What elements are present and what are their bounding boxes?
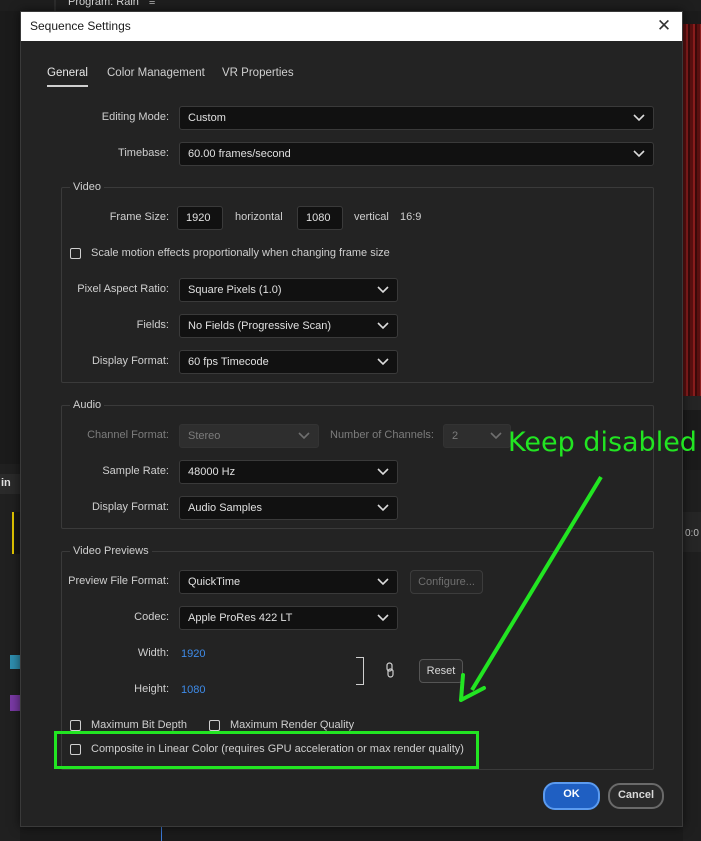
background-divider (54, 0, 56, 11)
chevron-down-icon (377, 358, 389, 366)
audio-group-title: Audio (70, 399, 105, 411)
track-clip-teal (10, 655, 20, 669)
editing-mode-label: Editing Mode: (101, 111, 169, 123)
fields-select[interactable]: No Fields (Progressive Scan) (179, 314, 398, 338)
channel-format-value: Stereo (188, 430, 221, 442)
track-clip-purple (10, 695, 20, 711)
timebase-value: 60.00 frames/second (188, 148, 291, 160)
chevron-down-icon (377, 322, 389, 330)
preview-width-value[interactable]: 1920 (181, 648, 205, 660)
chevron-down-icon (490, 432, 502, 440)
max-bit-depth-label: Maximum Bit Depth (91, 719, 187, 731)
horizontal-label: horizontal (235, 211, 283, 223)
chevron-down-icon (298, 432, 310, 440)
preview-file-format-label: Preview File Format: (68, 575, 169, 587)
frame-width-input[interactable]: 1920 (177, 206, 223, 230)
preview-width-label: Width: (137, 647, 169, 659)
chevron-down-icon (377, 614, 389, 622)
chevron-down-icon (633, 114, 645, 122)
tab-general[interactable]: General (47, 67, 88, 87)
program-monitor-controls (683, 396, 701, 410)
video-display-format-value: 60 fps Timecode (188, 356, 269, 368)
frame-height-input[interactable]: 1080 (297, 206, 343, 230)
num-channels-select: 2 (443, 424, 511, 448)
pixel-aspect-label: Pixel Aspect Ratio: (77, 283, 169, 295)
chevron-down-icon (377, 286, 389, 294)
audio-display-format-value: Audio Samples (188, 502, 262, 514)
codec-label: Codec: (134, 611, 169, 623)
program-monitor-title: Program: Rain ≡ (68, 0, 155, 8)
codec-select[interactable]: Apple ProRes 422 LT (179, 606, 398, 630)
playhead (161, 826, 162, 841)
video-display-format-label: Display Format: (91, 355, 169, 367)
max-render-quality-checkbox[interactable] (209, 720, 220, 731)
timeline-tab[interactable]: in (0, 474, 20, 494)
audio-display-format-select[interactable]: Audio Samples (179, 496, 398, 520)
reset-button[interactable]: Reset (419, 659, 463, 683)
tab-vr-properties[interactable]: VR Properties (222, 67, 294, 79)
channel-format-select: Stereo (179, 424, 319, 448)
cancel-button[interactable]: Cancel (608, 783, 664, 809)
tab-color-management[interactable]: Color Management (107, 67, 205, 79)
chevron-down-icon (377, 504, 389, 512)
max-bit-depth-checkbox[interactable] (70, 720, 81, 731)
close-icon[interactable]: ✕ (654, 16, 674, 36)
panel-menu-icon[interactable]: ≡ (149, 0, 155, 8)
dialog-title: Sequence Settings (30, 19, 131, 33)
channel-format-label: Channel Format: (87, 429, 169, 441)
configure-button[interactable]: Configure... (410, 570, 483, 594)
pixel-aspect-value: Square Pixels (1.0) (188, 284, 282, 296)
timebase-select[interactable]: 60.00 frames/second (179, 142, 654, 166)
scale-motion-checkbox[interactable] (70, 248, 81, 259)
max-render-quality-label: Maximum Render Quality (230, 719, 355, 731)
dialog-titlebar: Sequence Settings ✕ (21, 12, 682, 41)
preview-height-value[interactable]: 1080 (181, 684, 205, 696)
sample-rate-label: Sample Rate: (102, 465, 169, 477)
program-title: Program: Rain (68, 0, 139, 8)
editing-mode-select[interactable]: Custom (179, 106, 654, 130)
timeline-ruler: 0:0 (683, 512, 701, 552)
preview-file-format-select[interactable]: QuickTime (179, 570, 398, 594)
fields-label: Fields: (136, 319, 169, 331)
chevron-down-icon (633, 150, 645, 158)
frame-size-label: Frame Size: (109, 211, 169, 223)
preview-height-label: Height: (134, 683, 169, 695)
sample-rate-value: 48000 Hz (188, 466, 236, 478)
scale-motion-label: Scale motion effects proportionally when… (91, 247, 390, 259)
editing-mode-value: Custom (188, 112, 226, 124)
fields-value: No Fields (Progressive Scan) (188, 320, 332, 332)
link-icon[interactable] (385, 662, 395, 678)
vertical-label: vertical (354, 211, 389, 223)
aspect-ratio-value: 16:9 (400, 211, 422, 223)
timebase-label: Timebase: (118, 147, 169, 159)
codec-value: Apple ProRes 422 LT (188, 612, 293, 624)
dimension-link-bracket (356, 657, 364, 685)
sequence-settings-dialog: Sequence Settings ✕ General Color Manage… (20, 11, 683, 827)
work-area-marker (12, 512, 20, 554)
chevron-down-icon (377, 468, 389, 476)
num-channels-value: 2 (452, 430, 459, 442)
ok-button[interactable]: OK (543, 782, 600, 810)
chevron-down-icon (377, 578, 389, 586)
preview-file-format-value: QuickTime (188, 576, 241, 588)
annotation-highlight-box (54, 731, 479, 769)
audio-display-format-label: Display Format: (91, 501, 169, 513)
num-channels-label: Number of Channels: (330, 429, 434, 441)
sample-rate-select[interactable]: 48000 Hz (179, 460, 398, 484)
video-display-format-select[interactable]: 60 fps Timecode (179, 350, 398, 374)
annotation-text: Keep disabled (508, 427, 697, 458)
video-previews-group-title: Video Previews (70, 545, 152, 557)
program-monitor-video (683, 24, 701, 396)
pixel-aspect-select[interactable]: Square Pixels (1.0) (179, 278, 398, 302)
video-group-title: Video (70, 181, 104, 193)
